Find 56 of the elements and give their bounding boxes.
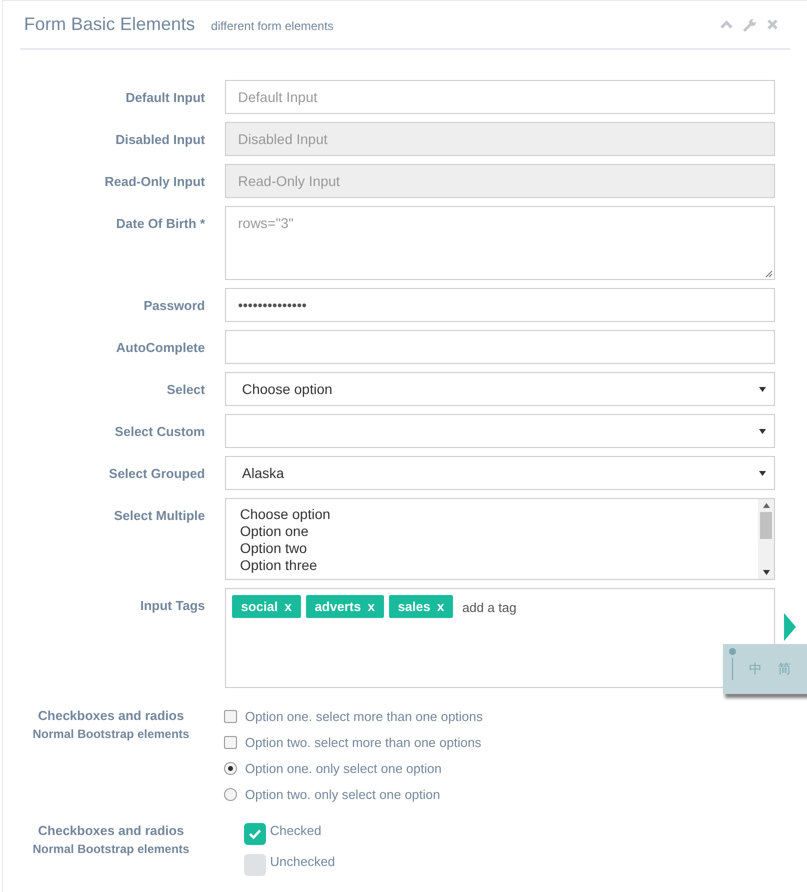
- scroll-down-icon[interactable]: [762, 570, 770, 575]
- input-field[interactable]: Default Input: [225, 80, 775, 114]
- tag-input-placeholder: add a tag: [461, 599, 518, 617]
- checkbox[interactable]: [224, 736, 237, 749]
- wrench-icon[interactable]: [743, 18, 757, 32]
- select-dropdown[interactable]: [225, 414, 775, 448]
- field-label: Select Multiple: [112, 507, 205, 523]
- caret-icon: [759, 428, 766, 434]
- scroll-up-icon[interactable]: [762, 503, 770, 508]
- field-label: Password: [142, 297, 205, 313]
- textarea-placeholder: rows="3": [238, 215, 294, 231]
- radio-button[interactable]: [224, 762, 237, 775]
- input-field[interactable]: ••••••••••••••: [225, 288, 775, 322]
- input-field[interactable]: [225, 330, 775, 364]
- checkbox[interactable]: [244, 823, 266, 845]
- triangle-right-icon[interactable]: [784, 613, 796, 641]
- group-label: Checkboxes and radios: [38, 823, 184, 838]
- panel-subtitle: different form elements: [211, 19, 334, 33]
- select-option[interactable]: Option three: [240, 557, 744, 574]
- panel-title: Form Basic Elements: [24, 14, 196, 35]
- field-label: Date Of Birth *: [115, 215, 205, 231]
- option-label: Option one. only select one option: [245, 761, 442, 776]
- option-label: Checked: [270, 823, 322, 838]
- field-label: Select Grouped: [108, 465, 205, 481]
- field-label: Select: [166, 381, 205, 397]
- select-option[interactable]: Choose option: [240, 506, 744, 523]
- multi-select-list[interactable]: Choose option Option one Option two Option three: [225, 498, 775, 580]
- group-sublabel: Normal Bootstrap elements: [32, 727, 190, 741]
- check-icon: [248, 828, 262, 840]
- caret-icon: [759, 470, 766, 476]
- select-option[interactable]: Option one: [240, 523, 744, 540]
- group-sublabel: Normal Bootstrap elements: [32, 842, 190, 856]
- field-label: Disabled Input: [114, 131, 205, 147]
- field-label: Read-Only Input: [104, 173, 205, 189]
- radio-button[interactable]: [224, 788, 237, 801]
- divider-line: [732, 658, 733, 680]
- collapse-icon[interactable]: [720, 20, 733, 29]
- field-label: Select Custom: [114, 423, 205, 439]
- caret-icon: [759, 386, 766, 392]
- select-dropdown[interactable]: Choose option: [225, 372, 775, 406]
- field-label: Default Input: [124, 89, 205, 105]
- option-label: Option one. select more than one options: [245, 709, 483, 724]
- option-label: Option two. only select one option: [245, 787, 440, 802]
- checkbox[interactable]: [244, 854, 266, 876]
- checkbox[interactable]: [224, 710, 237, 723]
- close-icon[interactable]: [767, 19, 778, 30]
- resize-grip-icon[interactable]: [765, 270, 773, 278]
- select-dropdown[interactable]: Alaska: [225, 456, 775, 490]
- field-label: AutoComplete: [115, 339, 205, 355]
- group-label: Checkboxes and radios: [38, 708, 184, 723]
- option-label: Unchecked: [270, 854, 336, 869]
- scrollbar[interactable]: [758, 499, 774, 579]
- select-option[interactable]: Option two: [240, 540, 744, 557]
- field-label: Input Tags: [139, 597, 205, 613]
- dot-icon: [729, 648, 736, 655]
- option-label: Option two. select more than one options: [245, 735, 482, 750]
